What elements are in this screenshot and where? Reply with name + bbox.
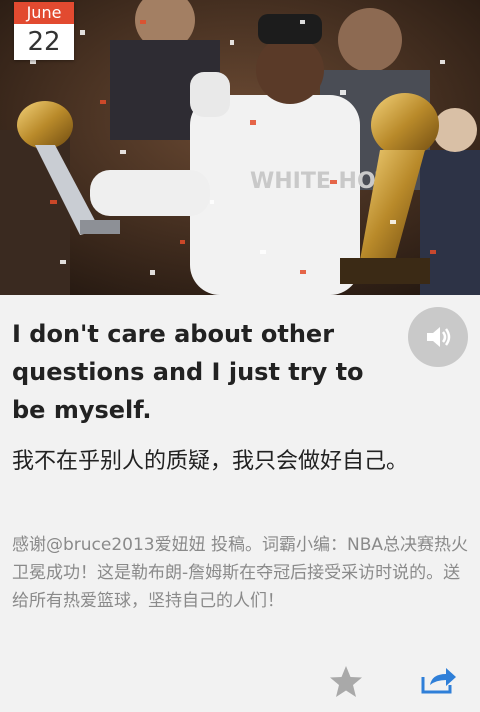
date-day: 22 [27, 27, 61, 57]
english-sentence: I don't care about other questions and I… [12, 320, 364, 424]
share-button[interactable] [420, 665, 458, 695]
chinese-translation: 我不在乎别人的质疑，我只会做好自己。 [12, 449, 409, 474]
date-month: June [14, 2, 74, 24]
share-icon [421, 668, 456, 694]
star-icon [330, 666, 362, 697]
sentence-card: I don't care about other questions and I… [0, 295, 480, 712]
editor-note: 感谢@bruce2013爱妞妞 投稿。词霸小编：NBA总决赛热火卫冕成功！这是勒… [12, 535, 469, 611]
hero-photo: WHITE HOT June 22 [0, 0, 480, 295]
play-audio-button[interactable] [408, 307, 468, 367]
favorite-button[interactable] [328, 665, 364, 699]
shirt-text: WHITE HOT [250, 169, 391, 194]
date-badge: June 22 [14, 2, 74, 60]
speaker-icon [427, 327, 451, 347]
